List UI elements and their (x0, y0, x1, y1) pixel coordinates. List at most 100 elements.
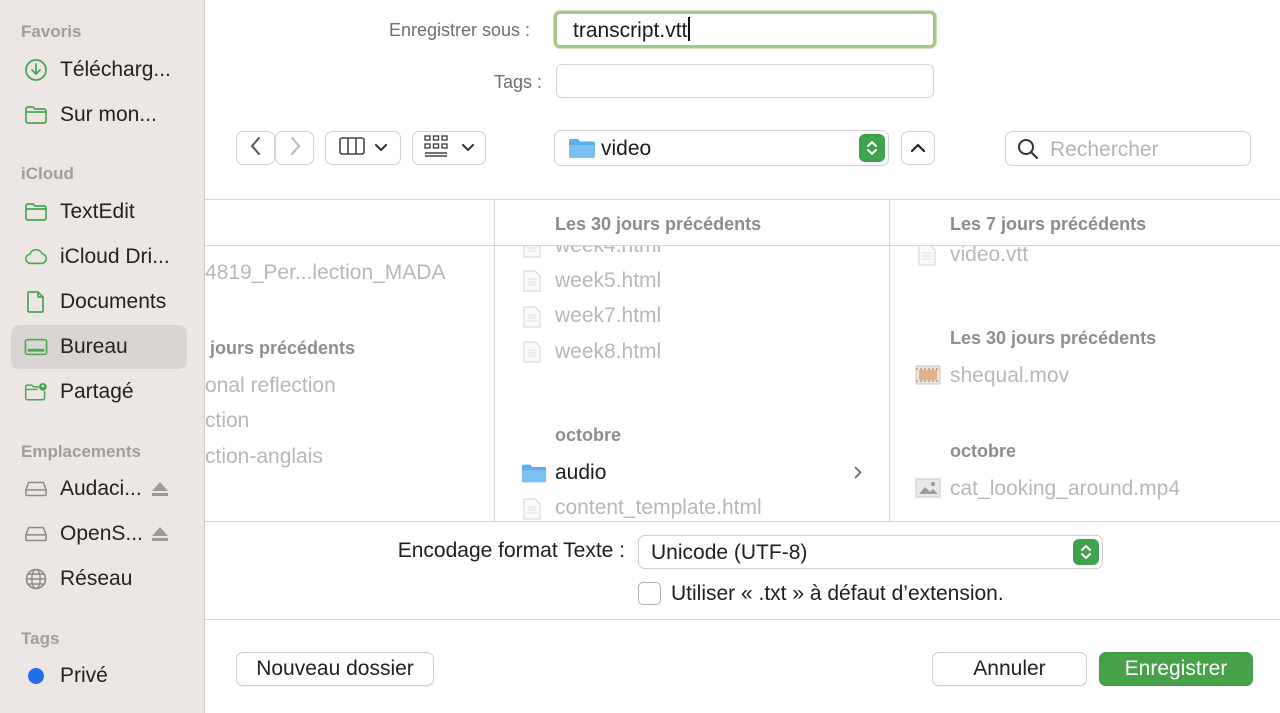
cloud-icon (24, 245, 48, 269)
folder-icon (568, 137, 596, 164)
new-folder-button[interactable]: Nouveau dossier (236, 652, 434, 686)
file-row[interactable]: week7.html (555, 304, 661, 328)
group-mode-button[interactable] (412, 131, 486, 165)
sidebar-item-audacity[interactable]: Audaci... (11, 467, 187, 511)
save-as-value: transcript.vtt (573, 19, 688, 42)
video-file-icon (915, 477, 941, 504)
sidebar-item-telechargements[interactable]: Télécharg... (11, 48, 187, 92)
sidebar-item-textedit[interactable]: TextEdit (11, 190, 187, 234)
sidebar-section-emplacements: Emplacements (21, 442, 141, 461)
sidebar-item-label: Réseau (60, 567, 133, 590)
text-caret (688, 17, 691, 41)
location-popup[interactable]: video (554, 130, 889, 166)
collapse-button[interactable] (901, 131, 935, 165)
encoding-value: Unicode (UTF-8) (651, 541, 808, 564)
encoding-popup[interactable]: Unicode (UTF-8) (638, 535, 1103, 569)
sidebar-item-tag-prive[interactable]: Privé (11, 654, 187, 698)
group-heading: Les 30 jours précédents (950, 328, 1157, 348)
stepper-icon (859, 134, 885, 162)
sidebar-item-icloud-drive[interactable]: iCloud Dri... (11, 235, 187, 279)
sidebar: Favoris Télécharg... Sur mon... iCloud T… (0, 0, 205, 713)
sidebar-item-label: Bureau (60, 335, 128, 358)
column-header-title: Les 30 jours précédents (555, 214, 762, 234)
view-mode-button[interactable] (325, 131, 401, 165)
chevron-down-icon (462, 139, 474, 157)
location-folder-name: video (601, 137, 652, 160)
globe-icon (24, 567, 48, 591)
browser-column-2: week4.html Les 30 jours précédents week5… (495, 200, 889, 521)
save-as-label: Enregistrer sous : (388, 20, 530, 40)
txt-extension-label: Utiliser « .txt » à défaut d’extension. (671, 582, 1004, 605)
sidebar-section-favoris: Favoris (21, 22, 82, 41)
tags-field[interactable] (556, 64, 934, 98)
sidebar-item-label: Télécharg... (60, 58, 171, 81)
search-placeholder: Rechercher (1050, 138, 1159, 161)
tags-label: Tags : (493, 72, 542, 92)
browser-column-1: 4819_Per...lection_MADA jours précédents… (205, 200, 494, 521)
html-file-icon (523, 341, 541, 368)
stepper-icon (1073, 539, 1099, 565)
file-row[interactable]: video.vtt (950, 243, 1028, 267)
browser-column-3: Les 7 jours précédents video.vtt Les 30 … (890, 200, 1280, 521)
text-file-icon (918, 244, 936, 271)
chevron-right-icon (854, 466, 862, 484)
blue-tag-dot (24, 664, 48, 688)
forward-button[interactable] (275, 131, 314, 165)
folder-icon (24, 200, 48, 224)
encoding-label: Encodage format Texte : (397, 539, 625, 562)
file-row[interactable]: shequal.mov (950, 364, 1069, 388)
search-icon (1017, 138, 1039, 165)
sidebar-section-icloud: iCloud (21, 164, 74, 183)
search-field[interactable]: Rechercher (1005, 131, 1251, 166)
cancel-button[interactable]: Annuler (932, 652, 1087, 686)
sidebar-item-label: Sur mon... (60, 103, 157, 126)
column-header: Les 30 jours précédents (495, 200, 889, 246)
back-button[interactable] (236, 131, 275, 165)
column-browser: 4819_Per...lection_MADA jours précédents… (205, 199, 1280, 522)
column-header-title: Les 7 jours précédents (950, 214, 1147, 234)
desktop-icon (24, 335, 48, 359)
eject-icon[interactable] (151, 524, 169, 548)
chevron-down-icon (375, 139, 387, 157)
file-row[interactable]: content_template.html (555, 496, 762, 520)
group-heading: jours précédents (210, 338, 356, 358)
folder-icon (24, 103, 48, 127)
folder-row[interactable]: audio (555, 461, 606, 485)
sidebar-item-documents[interactable]: Documents (11, 280, 187, 324)
column-header (205, 200, 494, 246)
file-row[interactable]: onal reflection (205, 374, 336, 398)
save-button[interactable]: Enregistrer (1099, 652, 1253, 686)
sidebar-item-label: Documents (60, 290, 167, 313)
html-file-icon (523, 498, 541, 521)
divider (205, 619, 1280, 620)
file-row[interactable]: week5.html (555, 269, 661, 293)
folder-icon (521, 462, 547, 489)
download-circle-icon (24, 58, 48, 82)
sidebar-item-label: Audaci... (60, 477, 142, 500)
file-row[interactable]: ction-anglais (205, 445, 323, 469)
drive-icon (24, 477, 48, 501)
file-row[interactable]: cat_looking_around.mp4 (950, 477, 1180, 501)
txt-extension-checkbox[interactable] (638, 582, 661, 605)
chevron-up-icon (910, 139, 926, 157)
group-heading: octobre (950, 441, 1017, 461)
sidebar-item-reseau[interactable]: Réseau (11, 557, 187, 601)
file-row[interactable]: ction (205, 409, 249, 433)
drive-icon (24, 522, 48, 546)
grid-view-icon (424, 134, 448, 162)
sidebar-item-sur-mon[interactable]: Sur mon... (11, 93, 187, 137)
sidebar-item-opens[interactable]: OpenS... (11, 512, 187, 556)
group-heading: octobre (555, 425, 622, 445)
sidebar-item-bureau[interactable]: Bureau (11, 325, 187, 369)
sidebar-item-partage[interactable]: Partagé (11, 370, 187, 414)
sidebar-item-label: Privé (60, 664, 108, 687)
eject-icon[interactable] (151, 479, 169, 503)
chevron-right-icon (289, 136, 301, 161)
file-row[interactable]: 4819_Per...lection_MADA (205, 261, 445, 285)
file-row[interactable]: week8.html (555, 340, 661, 364)
video-file-icon (915, 364, 941, 391)
save-as-field[interactable]: transcript.vtt (554, 11, 936, 48)
chevron-left-icon (250, 136, 262, 161)
sidebar-item-label: TextEdit (60, 200, 135, 223)
sidebar-section-tags: Tags (21, 629, 60, 648)
